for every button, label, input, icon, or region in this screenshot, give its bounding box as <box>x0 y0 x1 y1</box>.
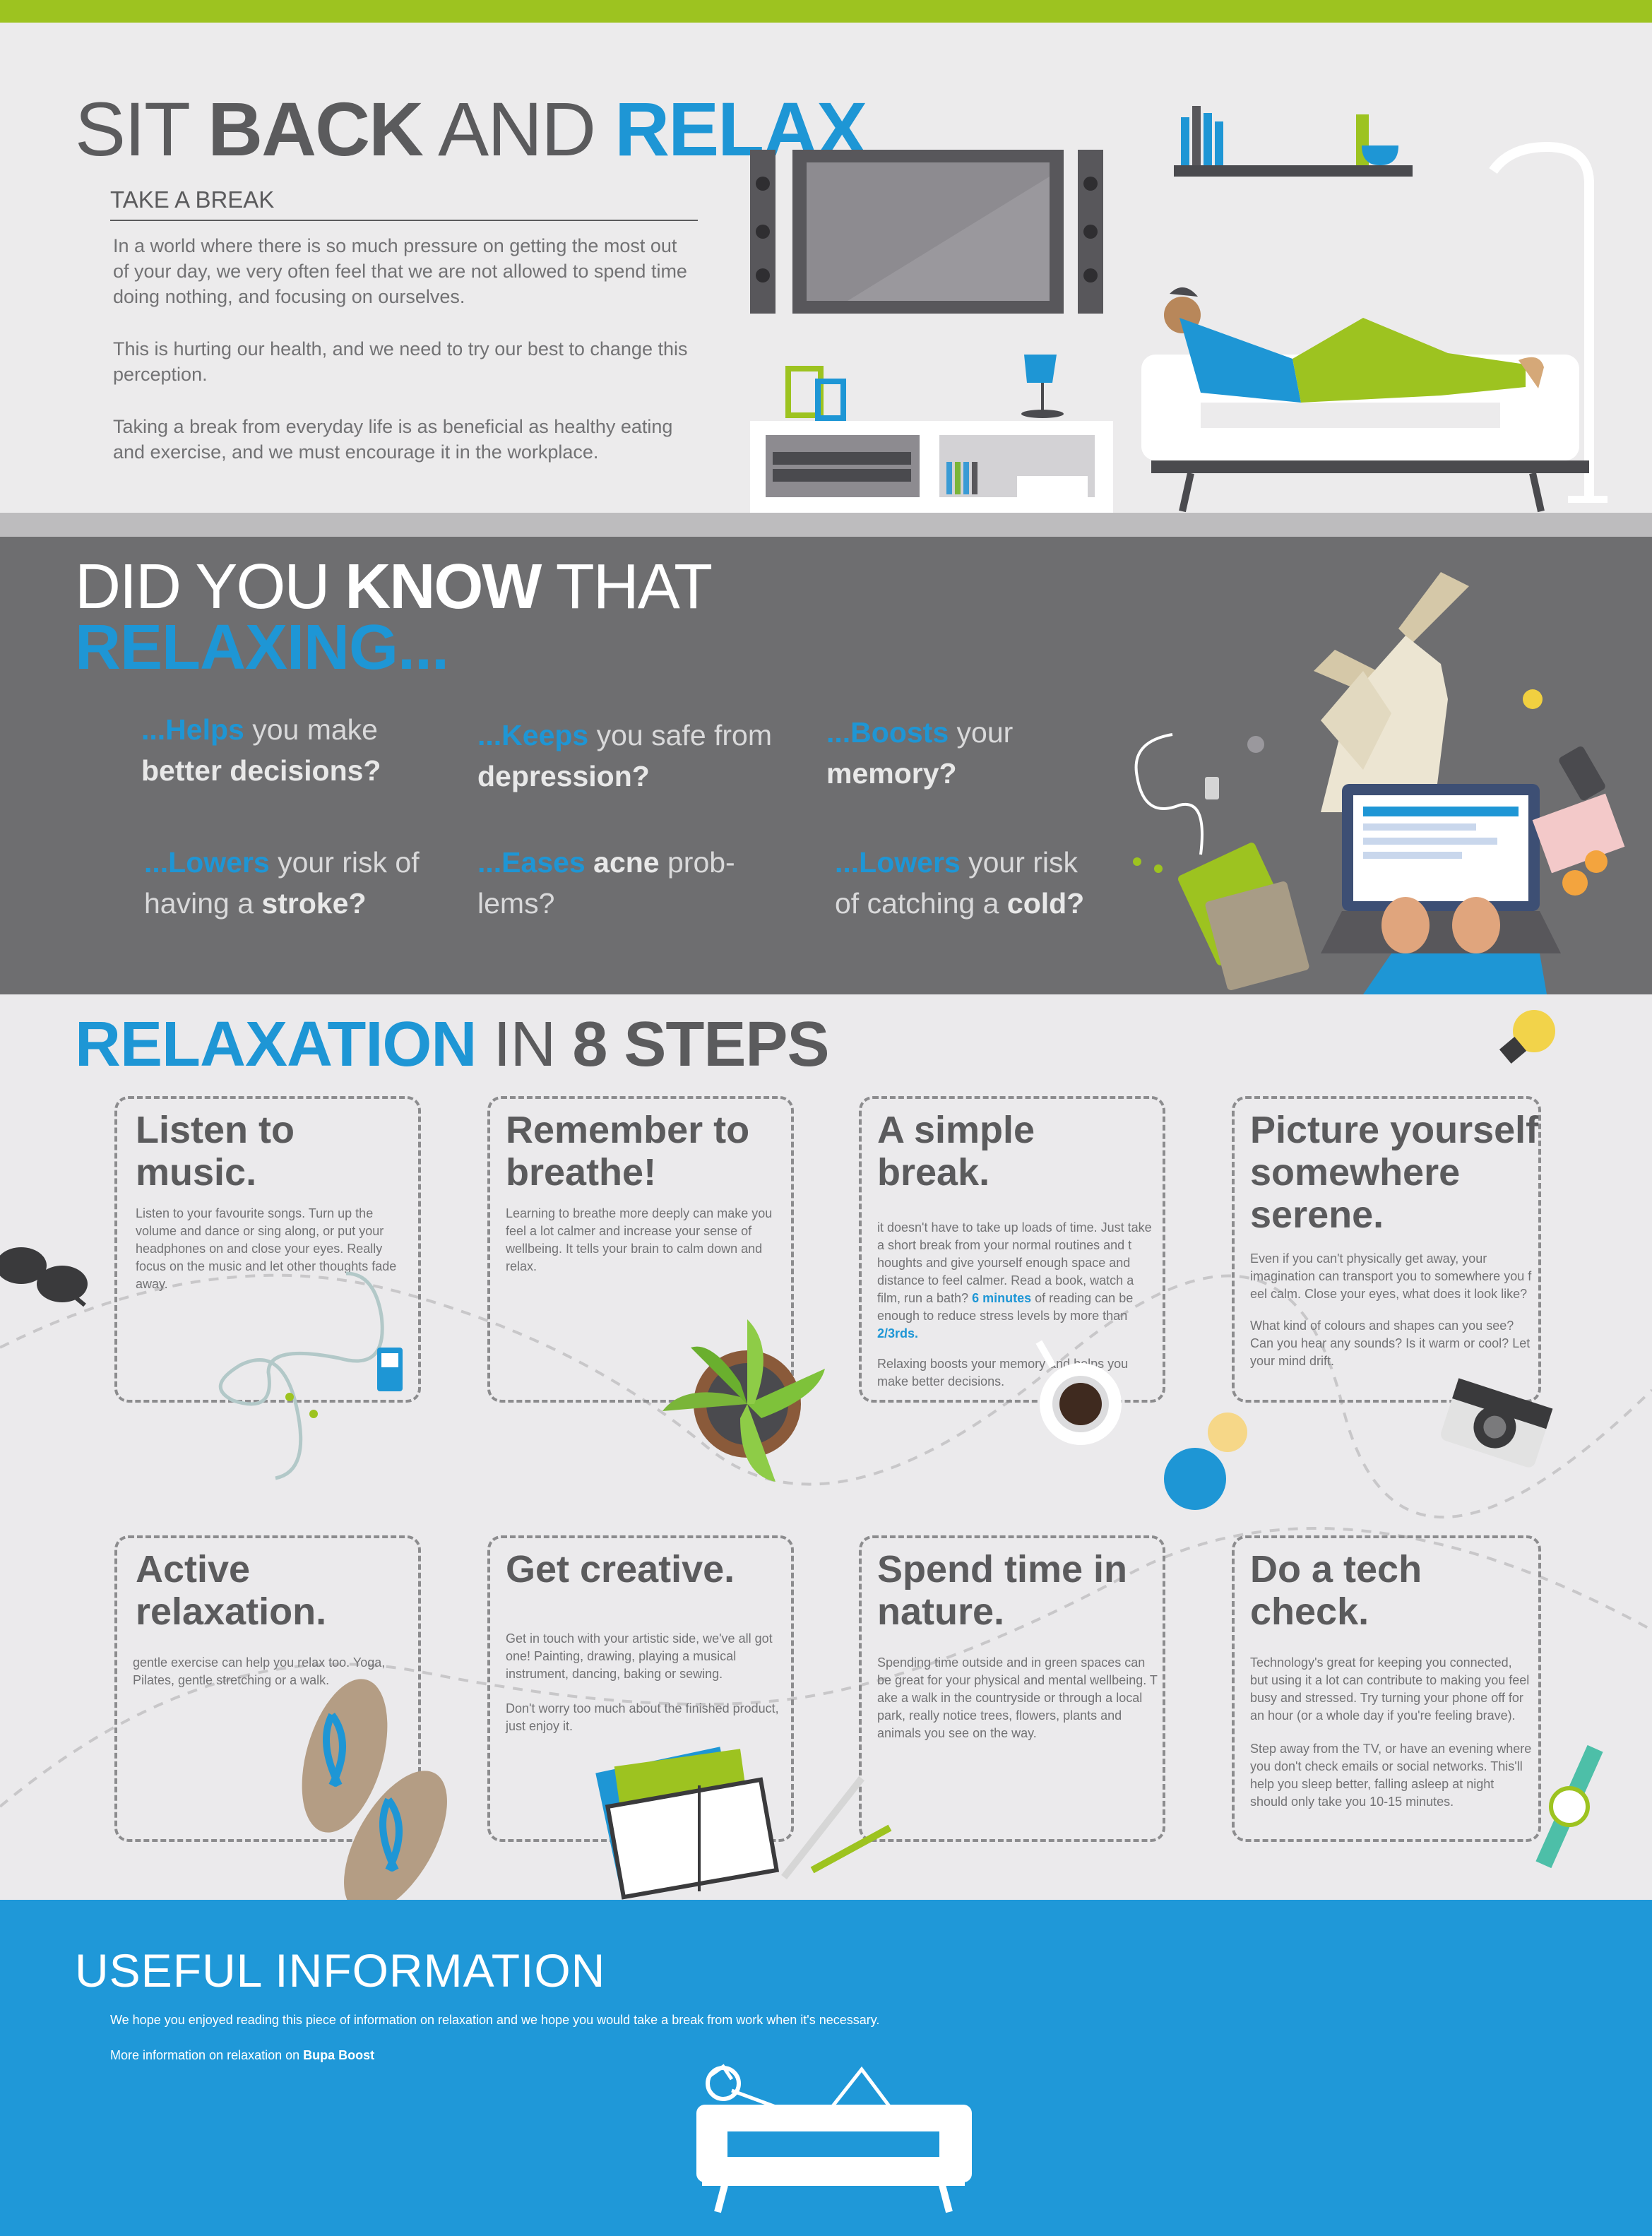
laptop-person-illustration <box>1133 572 1625 994</box>
living-room-illustration <box>750 106 1608 513</box>
dyk-subtitle: RELAXING... <box>75 612 449 683</box>
divider <box>110 220 698 221</box>
phone-icon <box>1559 746 1605 801</box>
fact-item: ...Lowers your risk of having a stroke? <box>144 846 420 920</box>
ball-icon <box>1208 1413 1247 1452</box>
bupa-boost-link[interactable]: Bupa Boost <box>303 2048 374 2062</box>
fact-item: ...Eases acne prob-lems? <box>477 846 735 920</box>
pen-icon <box>781 1776 892 1880</box>
flip-flops-icon <box>302 1679 447 1900</box>
fact-item: ...Keeps you safe from depression? <box>477 719 773 792</box>
relaxing-person-sofa-icon <box>696 2064 972 2213</box>
section-divider <box>0 513 1652 537</box>
intro-paragraph-1: In a world where there is so much pressu… <box>113 235 687 307</box>
wall-shelf <box>1174 165 1413 177</box>
mp3-player-icon <box>218 1271 403 1480</box>
fact-item: ...Boosts your memory? <box>826 716 1014 790</box>
ball-icon <box>1164 1448 1226 1510</box>
notebook-icon <box>1532 793 1625 874</box>
sunglasses-icon <box>0 1247 88 1307</box>
coffee-cup-icon <box>1035 1340 1122 1445</box>
useful-text: More information on relaxation on Bupa B… <box>110 2048 375 2062</box>
steps-illustrations <box>0 1010 1603 1900</box>
useful-text: We hope you enjoyed reading this piece o… <box>110 2013 880 2027</box>
sketchbook-icon <box>595 1747 780 1900</box>
fact-item: ...Helps you make better decisions? <box>141 713 381 787</box>
fact-item: ...Lowers your risk of catching a cold? <box>835 846 1085 920</box>
earphones-icon <box>1134 733 1204 855</box>
camera-icon <box>1441 1378 1553 1468</box>
top-accent-bar <box>0 0 1652 23</box>
watch-icon <box>1535 1744 1603 1869</box>
intro-paragraph-3: Taking a break from everyday life is as … <box>113 416 673 463</box>
light-bulb-icon <box>1499 1010 1555 1064</box>
useful-title: USEFUL INFORMATION <box>75 1944 606 1997</box>
intro-paragraph-2: This is hurting our health, and we need … <box>113 338 688 385</box>
plant-icon <box>662 1319 825 1482</box>
section-subheading: TAKE A BREAK <box>110 186 275 213</box>
